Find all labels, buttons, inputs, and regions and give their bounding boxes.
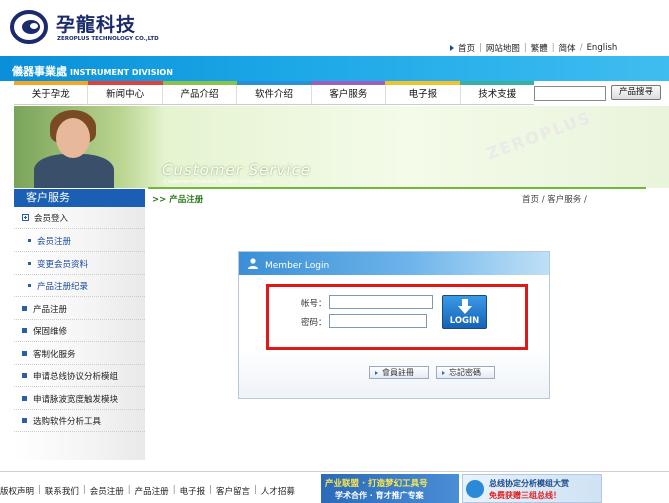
nav-tech-support[interactable]: 技术支援 [461,85,534,104]
product-search-input[interactable] [534,86,606,101]
section-title: >> 产品注册 [152,195,204,205]
login-button-label: LOGIN [449,316,480,326]
bullet-icon [22,328,27,333]
sidebar-item-edit-profile[interactable]: 变更会员资料 [14,253,145,275]
bullet-icon [28,284,31,287]
member-register-button[interactable]: 會員註冊 [369,366,429,379]
hero-banner: Customer Service Customer-Oriented Syste… [14,106,669,188]
footer-link-register[interactable]: 会员注册 [90,485,124,497]
company-logo[interactable]: 孕龍科技 ZEROPLUS TECHNOLOGY CO.,LTD [10,6,160,48]
nav-customer-service[interactable]: 客户服务 [312,85,387,104]
breadcrumb: 首页 / 客户服务 / [522,195,587,205]
nav-about[interactable]: 关于孕龙 [14,85,89,104]
promo-icon [466,480,484,498]
separator: | [479,43,482,53]
english-link[interactable]: English [587,43,618,53]
login-button[interactable]: LOGIN [442,295,487,329]
forgot-password-button[interactable]: 忘記密碼 [436,366,495,379]
separator: | [523,43,527,53]
footer-link-product-register[interactable]: 产品注册 [135,485,169,497]
main-nav: 关于孕龙 新闻中心 产品介绍 软件介绍 客户服务 电子报 技术支援 [14,85,534,105]
product-search-button[interactable]: 产品搜寻 [611,85,661,100]
sidebar: 会员登入 会员注册 变更会员资料 产品注册纪录 产品注册 保固维修 客制化服务 … [14,207,145,460]
industry-alliance-ad[interactable]: 产业联盟 · 打造梦幻工具号 学术合作 · 育才推广专案 [321,474,459,503]
nav-news[interactable]: 新闻中心 [88,85,163,104]
nav-products[interactable]: 产品介绍 [163,85,238,104]
separator: | [551,43,555,53]
download-arrow-icon [458,299,472,314]
hero-subtitle: Customer-Oriented System Solution [164,179,263,185]
expand-icon [22,214,29,221]
sidebar-item-buy-software[interactable]: 选购软件分析工具 [14,410,145,432]
sidebar-item-product-register[interactable]: 产品注册 [14,298,145,320]
login-panel-header: Member Login [239,252,549,275]
sidebar-title: 客户服务 [14,189,145,207]
top-links: 首页 | 网站地图 | 繁體 | 简体 / English [448,42,617,54]
account-input[interactable] [329,295,433,309]
sidebar-item-registration-records[interactable]: 产品注册纪录 [14,275,145,297]
sidebar-item-bus-protocol[interactable]: 申请总线协议分析模组 [14,365,145,387]
footer-link-newsletter[interactable]: 电子报 [180,485,206,497]
footer-link-copyright[interactable]: 版权声明 [0,485,34,497]
home-link[interactable]: 首页 [458,42,475,54]
zeroplus-logo-icon [10,10,48,44]
bullet-icon [450,45,454,51]
bullet-icon [28,239,31,242]
support-agent-photo [14,106,164,188]
user-icon [248,258,258,269]
bullet-icon [22,306,27,311]
bullet-icon [22,418,27,423]
sidebar-item-warranty[interactable]: 保固维修 [14,320,145,342]
bullet-icon [22,351,27,356]
traditional-chinese-link[interactable]: 繁體 [531,42,548,54]
hero-divider [148,187,646,189]
hero-watermark: ZEROPLUS [484,107,595,164]
bullet-icon [22,396,27,401]
footer-link-careers[interactable]: 人才招募 [261,485,295,497]
password-input[interactable] [329,314,427,328]
brand-name-cn: 孕龍科技 [56,14,137,36]
division-banner: 儀器事業處 INSTRUMENT DIVISION [0,56,669,81]
nav-newsletter[interactable]: 电子报 [386,85,461,104]
footer-links: 版权声明 | 联系我们 | 会员注册 | 产品注册 | 电子报 | 客户留言 |… [0,485,295,497]
simplified-chinese-link[interactable]: 简体 [559,42,576,54]
arrow-right-icon [442,370,445,375]
sidebar-item-member-register[interactable]: 会员注册 [14,230,145,252]
bullet-icon [28,262,31,265]
arrow-right-icon [375,370,378,375]
hero-title: Customer Service [162,161,312,179]
sidebar-item-custom-service[interactable]: 客制化服务 [14,343,145,365]
nav-software[interactable]: 软件介绍 [237,85,312,104]
separator: / [579,43,583,53]
brand-name-en: ZEROPLUS TECHNOLOGY CO.,LTD [57,36,159,42]
footer-divider [0,471,669,472]
sidebar-item-pulse-trigger[interactable]: 申请脉波宽度触发模块 [14,388,145,410]
bullet-icon [22,373,27,378]
password-label: 密码： [301,318,327,328]
bus-protocol-ad[interactable]: 总线协定分析模组大赏 免费获赠三组总线！ [462,474,602,503]
sitemap-link[interactable]: 网站地图 [486,42,520,54]
footer-link-contact[interactable]: 联系我们 [45,485,79,497]
account-label: 帐号： [301,299,327,309]
division-title: 儀器事業處 INSTRUMENT DIVISION [12,65,173,78]
footer-link-feedback[interactable]: 客户留言 [216,485,250,497]
sidebar-item-member-login[interactable]: 会员登入 [14,207,145,229]
login-panel-title: Member Login [265,261,330,271]
